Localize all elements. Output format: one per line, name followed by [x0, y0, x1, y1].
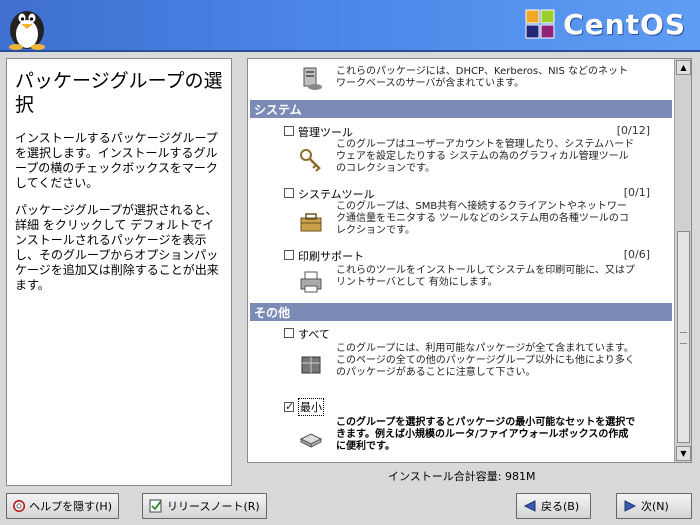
package-group-name[interactable]: すべて	[298, 326, 330, 342]
package-group-name[interactable]: システムツール	[298, 186, 375, 202]
checkbox-everything[interactable]	[284, 328, 294, 338]
package-group-name[interactable]: 最小	[298, 398, 324, 416]
checkbox-system-tools[interactable]	[284, 188, 294, 198]
back-label: 戻る(B)	[541, 500, 580, 513]
checkbox-admin-tools[interactable]	[284, 126, 294, 136]
list-item: システムツール [0/1] このグループは、SMB共有へ接続するクライアントやネ…	[248, 183, 672, 239]
group-header-other: その他	[250, 303, 672, 321]
package-count: [0/12]	[616, 124, 650, 137]
list-item: 印刷サポート [0/6] これらのツールをインストールしてシステムを印刷可能に、…	[248, 245, 672, 299]
package-group-list: これらのパッケージには、DHCP、Kerberos、NIS などのネットワークベ…	[248, 59, 674, 462]
package-group-description: このグループはユーザーアカウントを管理したり、システムハードウェアを設定したりす…	[336, 139, 635, 174]
top-banner: CentOS	[0, 0, 700, 52]
install-size-label: インストール合計容量: 981M	[388, 470, 536, 483]
package-count: [0/6]	[623, 248, 650, 261]
next-label: 次(N)	[641, 500, 669, 513]
package-group-description: このグループには、利用可能なパッケージが全て含まれています。このページの全ての他…	[336, 343, 635, 378]
scrollbar-thumb[interactable]	[677, 231, 690, 443]
back-button[interactable]: 戻る(B)	[516, 493, 591, 519]
group-header-system: システム	[250, 100, 672, 118]
checkbox-printing-support[interactable]	[284, 250, 294, 260]
back-arrow-icon	[523, 500, 536, 512]
help-panel: パッケージグループの選択 インストールするパッケージグループを選択します。インス…	[6, 58, 232, 486]
keys-icon	[300, 149, 321, 172]
centos-brand-text: CentOS	[563, 7, 686, 41]
package-group-description: これらのツールをインストールしてシステムを印刷可能に、又はプリントサーバとして …	[336, 265, 635, 288]
server-icon	[303, 67, 322, 90]
package-group-name[interactable]: 管理ツール	[298, 124, 353, 140]
list-item: これらのパッケージには、DHCP、Kerberos、NIS などのネットワークベ…	[248, 61, 672, 97]
hide-help-label: ヘルプを隠す(H)	[29, 500, 112, 513]
centos-emblem-icon	[525, 9, 555, 39]
toolbox-icon	[300, 213, 322, 232]
list-item: 最小 このグループを選択するとパッケージの最小可能なセットを選択できます。例えば…	[248, 397, 672, 461]
scroll-down-arrow-icon[interactable]: ▼	[676, 446, 691, 461]
vertical-scrollbar[interactable]: ▲ ▼	[674, 59, 691, 462]
release-notes-label: リリースノート(R)	[167, 500, 260, 513]
hide-help-button[interactable]: ヘルプを隠す(H)	[6, 493, 119, 519]
scrollbar-grip	[680, 332, 687, 344]
package-group-name[interactable]: 印刷サポート	[298, 248, 364, 264]
next-arrow-icon	[624, 500, 637, 512]
help-paragraph-2: パッケージグループが選択されると、詳細 をクリックして デフォルトでインストール…	[15, 203, 219, 292]
package-group-description: このグループは、SMB共有へ接続するクライアントやネットワーク通信量をモニタする…	[336, 201, 629, 236]
scroll-up-arrow-icon[interactable]: ▲	[676, 60, 691, 75]
list-item: すべて このグループには、利用可能なパッケージが全て含まれています。このページの…	[248, 323, 672, 393]
release-notes-icon	[149, 499, 162, 513]
release-notes-button[interactable]: リリースノート(R)	[142, 493, 267, 519]
package-group-description: このグループを選択するとパッケージの最小可能なセットを選択できます。例えば小規模…	[336, 417, 636, 452]
package-bundle-icon	[301, 356, 321, 374]
help-paragraph-1: インストールするパッケージグループを選択します。インストールするグループの横のチ…	[15, 131, 218, 190]
centos-logo: CentOS	[523, 6, 686, 42]
page-title: パッケージグループの選択	[15, 70, 223, 116]
list-item: 管理ツール [0/12] このグループはユーザーアカウントを管理したり、システム…	[248, 121, 672, 177]
checkbox-minimal[interactable]	[284, 400, 294, 413]
tux-penguin-icon	[9, 11, 45, 50]
help-lifebuoy-icon	[13, 499, 26, 513]
package-group-list-panel[interactable]: これらのパッケージには、DHCP、Kerberos、NIS などのネットワークベ…	[247, 58, 692, 463]
package-count: [0/1]	[623, 186, 650, 199]
disk-drive-icon	[299, 433, 323, 448]
printer-icon	[300, 271, 322, 293]
next-button[interactable]: 次(N)	[616, 493, 692, 519]
package-group-description: これらのパッケージには、DHCP、Kerberos、NIS などのネットワークベ…	[336, 66, 629, 89]
